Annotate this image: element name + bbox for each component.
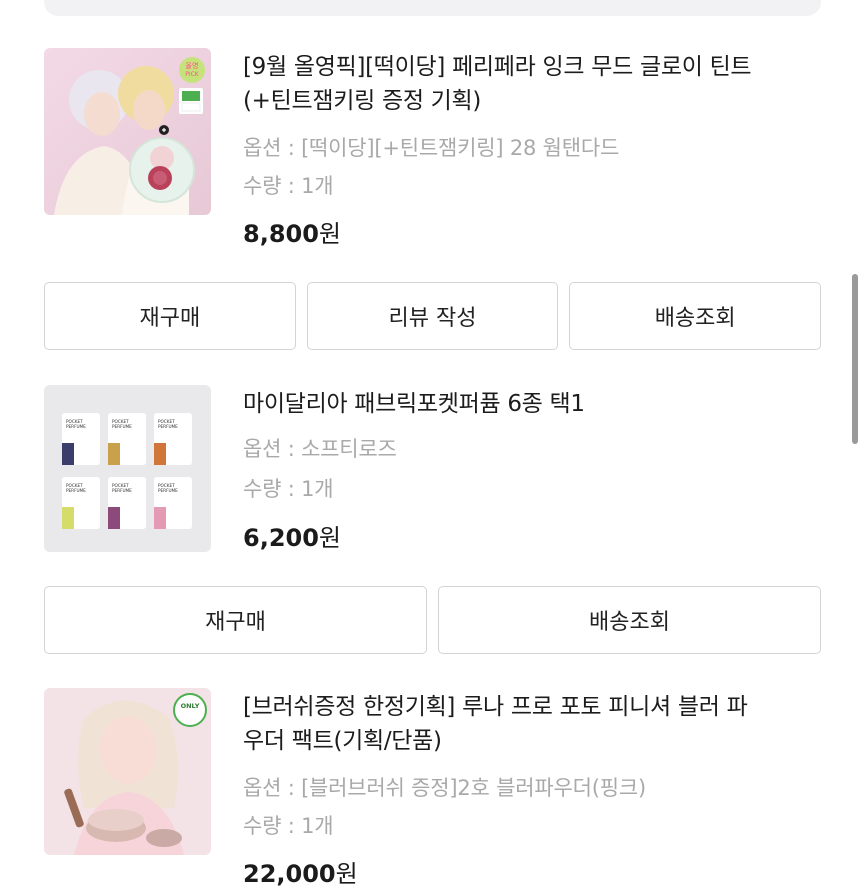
svg-text:PERFUME: PERFUME (66, 488, 86, 493)
order-item[interactable]: 올영 PICK [9월 올영픽][떡이당] 페리페라 잉크 무드 글로이 틴트 … (44, 48, 821, 248)
svg-text:PICK: PICK (185, 71, 200, 78)
price-unit: 원 (318, 524, 342, 552)
svg-text:PERFUME: PERFUME (112, 424, 132, 429)
write-review-button[interactable]: 리뷰 작성 (306, 282, 559, 350)
product-image[interactable]: ONLY (44, 688, 211, 855)
rebuy-button[interactable]: 재구매 (44, 282, 296, 350)
product-option: 옵션 : [블러브러쉬 증정]2호 블러파우더(핑크) (243, 776, 646, 800)
order-item[interactable]: POCKET PERFUME POCKET PERFUME POCKET PERFUM… (44, 385, 821, 585)
product-option: 옵션 : 소프티로즈 (243, 437, 397, 461)
product-option: 옵션 : [떡이당][+틴트잼키링] 28 웜탠다드 (243, 136, 620, 160)
rebuy-button[interactable]: 재구매 (44, 586, 427, 654)
price-unit: 원 (335, 860, 358, 888)
item-2-actions: 재구매 배송조회 (44, 586, 821, 654)
product-quantity: 수량 : 1개 (243, 477, 334, 501)
product-price: 8,800원 (243, 214, 341, 249)
scrollbar[interactable] (852, 274, 858, 444)
previous-card-edge (44, 0, 821, 16)
product-quantity: 수량 : 1개 (243, 814, 334, 838)
order-item[interactable]: ONLY [브러쉬증정 한정기획] 루나 프로 포토 피니셔 블러 파우더 팩트… (44, 688, 821, 888)
svg-text:PERFUME: PERFUME (66, 424, 86, 429)
product-price: 22,000원 (243, 854, 358, 889)
product-title[interactable]: [9월 올영픽][떡이당] 페리페라 잉크 무드 글로이 틴트 (+틴트잼키링 … (243, 50, 763, 118)
svg-text:올영: 올영 (186, 61, 199, 70)
svg-text:PERFUME: PERFUME (158, 424, 178, 429)
product-image[interactable]: 올영 PICK (44, 48, 211, 215)
price-unit: 원 (318, 220, 342, 248)
product-title[interactable]: [브러쉬증정 한정기획] 루나 프로 포토 피니셔 블러 파우더 팩트(기획/단… (243, 690, 763, 758)
svg-text:PERFUME: PERFUME (158, 488, 178, 493)
price-value: 8,800 (243, 220, 319, 248)
svg-text:PERFUME: PERFUME (112, 488, 132, 493)
product-title[interactable]: 마이달리아 패브릭포켓퍼퓸 6종 택1 (243, 387, 763, 421)
track-delivery-button[interactable]: 배송조회 (438, 586, 821, 654)
product-price: 6,200원 (243, 518, 341, 553)
item-1-actions: 재구매 리뷰 작성 배송조회 (44, 282, 822, 350)
product-quantity: 수량 : 1개 (243, 174, 334, 198)
price-value: 6,200 (243, 524, 319, 552)
price-value: 22,000 (243, 860, 336, 888)
product-image[interactable]: POCKET PERFUME POCKET PERFUME POCKET PERFUM… (44, 385, 211, 552)
svg-text:ONLY: ONLY (181, 702, 200, 710)
track-delivery-button[interactable]: 배송조회 (569, 282, 822, 350)
